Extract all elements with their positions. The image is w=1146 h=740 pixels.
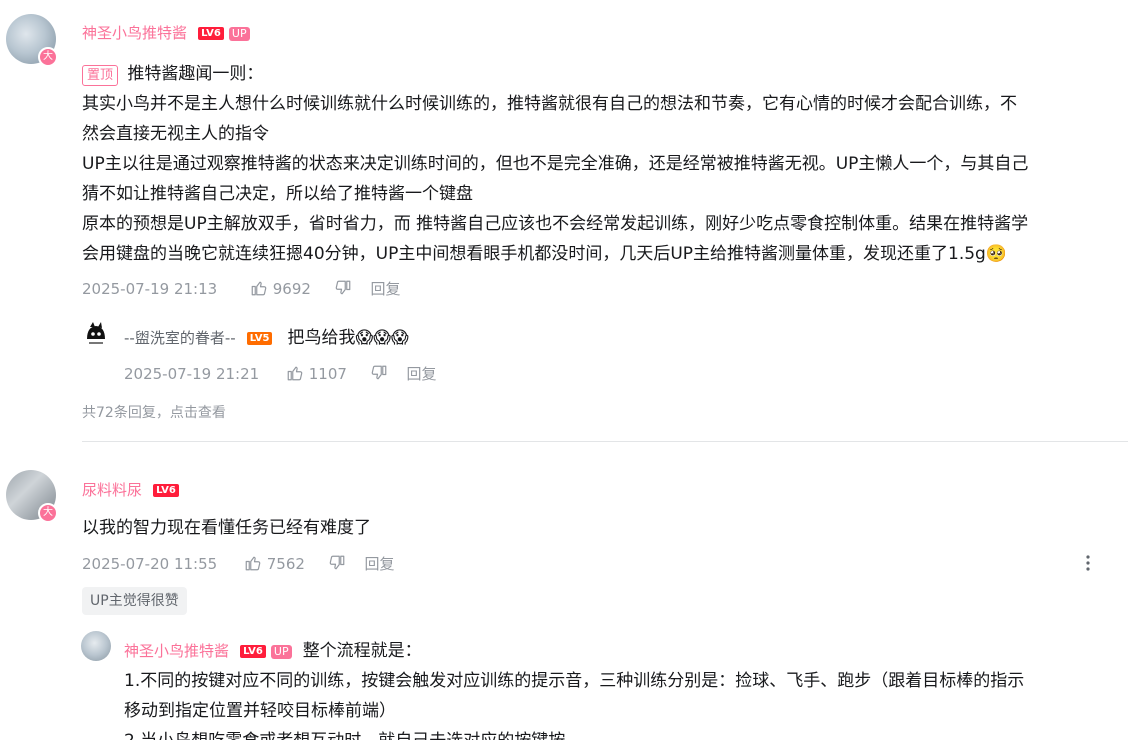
- view-more-replies-link[interactable]: 共72条回复，点击查看: [82, 402, 226, 422]
- thumbs-down-icon: [335, 280, 351, 295]
- thumbs-up-icon: [251, 281, 267, 296]
- level-badge: LV5: [246, 332, 273, 345]
- content-line: 推特酱趣闻一则：: [127, 64, 264, 84]
- reply-header: 神圣小鸟推特酱 LV6 UP 整个流程就是：: [124, 636, 422, 666]
- level-badge: LV6: [153, 484, 179, 497]
- content-line: 然会直接无视主人的指令: [82, 124, 269, 144]
- thumbs-up-icon: [287, 366, 303, 381]
- comment-meta: 2025-07-20 11:55 7562 回复: [82, 553, 395, 574]
- like-count: 9692: [272, 280, 311, 298]
- reply-button[interactable]: 回复: [370, 280, 400, 298]
- like-button[interactable]: 9692: [250, 280, 316, 298]
- username[interactable]: 尿料料尿: [82, 481, 142, 499]
- content-line: 1.不同的按键对应不同的训练，按键会触发对应训练的提示音，三种训练分别是：捡球、…: [124, 671, 1025, 691]
- dislike-button[interactable]: [370, 365, 393, 383]
- pinned-tag: 置顶: [82, 65, 119, 86]
- reply-meta: 2025-07-19 21:21 1107 回复: [124, 363, 437, 384]
- reply-text: 把鸟给我: [287, 328, 356, 348]
- comment-content: 以我的智力现在看懂任务已经有难度了: [82, 518, 371, 538]
- comment-divider: [82, 441, 1128, 442]
- content-line: 其实小鸟并不是主人想什么时候训练就什么时候训练的，推特酱就很有自己的想法和节奏，…: [82, 94, 1017, 114]
- big-member-badge: 大: [38, 47, 58, 67]
- level-badge: LV6: [198, 27, 224, 40]
- reply-avatar[interactable]: [81, 631, 111, 661]
- reply-username[interactable]: --盥洗室的眷者--: [124, 329, 236, 347]
- reply-avatar[interactable]: [81, 319, 111, 349]
- reply-button[interactable]: 回复: [364, 555, 394, 573]
- more-options-button[interactable]: [1078, 553, 1098, 573]
- thumbs-up-icon: [245, 556, 261, 571]
- username[interactable]: 神圣小鸟推特酱: [82, 24, 187, 42]
- thumbs-down-icon: [329, 555, 345, 570]
- comment-content: 置顶 推特酱趣闻一则： 其实小鸟并不是主人想什么时候训练就什么时候训练的，推特酱…: [82, 59, 1132, 269]
- comment-header: 尿料料尿 LV6: [82, 479, 179, 500]
- like-count: 7562: [266, 555, 305, 573]
- comment-meta: 2025-07-19 21:13 9692 回复: [82, 278, 401, 299]
- reply-button[interactable]: 回复: [406, 365, 436, 383]
- reply-header: --盥洗室的眷者-- LV5 把鸟给我😱😱😱: [124, 323, 409, 353]
- dislike-button[interactable]: [334, 280, 357, 298]
- up-badge: UP: [228, 26, 250, 41]
- reply-text: 整个流程就是：: [302, 641, 422, 661]
- content-line: UP主以往是通过观察推特酱的状态来决定训练时间的，但也不是完全准确，还是经常被推…: [82, 154, 1029, 174]
- content-line: 2.当小鸟想吃零食或者想互动时，就自己去选对应的按键按: [124, 726, 1124, 740]
- up-badge: UP: [270, 644, 292, 659]
- pleading-emoji: 🥺: [985, 244, 1008, 264]
- timestamp: 2025-07-19 21:21: [124, 365, 260, 383]
- scream-emojis: 😱😱😱: [355, 328, 409, 348]
- content-line: 移动到指定位置并轻咬目标棒前端）: [124, 701, 396, 721]
- timestamp: 2025-07-20 11:55: [82, 555, 218, 573]
- ghost-avatar-icon: [87, 322, 105, 344]
- dislike-button[interactable]: [328, 555, 351, 573]
- content-line: 猜不如让推特酱自己决定，所以给了推特酱一个键盘: [82, 184, 473, 204]
- thumbs-down-icon: [371, 365, 387, 380]
- content-line: 原本的预想是UP主解放双手，省时省力，而 推特酱自己应该也不会经常发起训练，刚好…: [82, 214, 1029, 234]
- up-liked-tag: UP主觉得很赞: [82, 587, 187, 615]
- reply-content: 1.不同的按键对应不同的训练，按键会触发对应训练的提示音，三种训练分别是：捡球、…: [124, 666, 1124, 740]
- like-count: 1107: [308, 365, 347, 383]
- content-line: 会用键盘的当晚它就连续狂摁40分钟，UP主中间想看眼手机都没时间，几天后UP主给…: [82, 244, 986, 264]
- big-member-badge: 大: [38, 503, 58, 523]
- reply-username[interactable]: 神圣小鸟推特酱: [124, 642, 229, 660]
- level-badge: LV6: [240, 645, 266, 658]
- like-button[interactable]: 1107: [286, 365, 352, 383]
- comment-header: 神圣小鸟推特酱 LV6 UP: [82, 22, 250, 43]
- like-button[interactable]: 7562: [244, 555, 310, 573]
- timestamp: 2025-07-19 21:13: [82, 280, 218, 298]
- more-vertical-icon: [1086, 555, 1090, 571]
